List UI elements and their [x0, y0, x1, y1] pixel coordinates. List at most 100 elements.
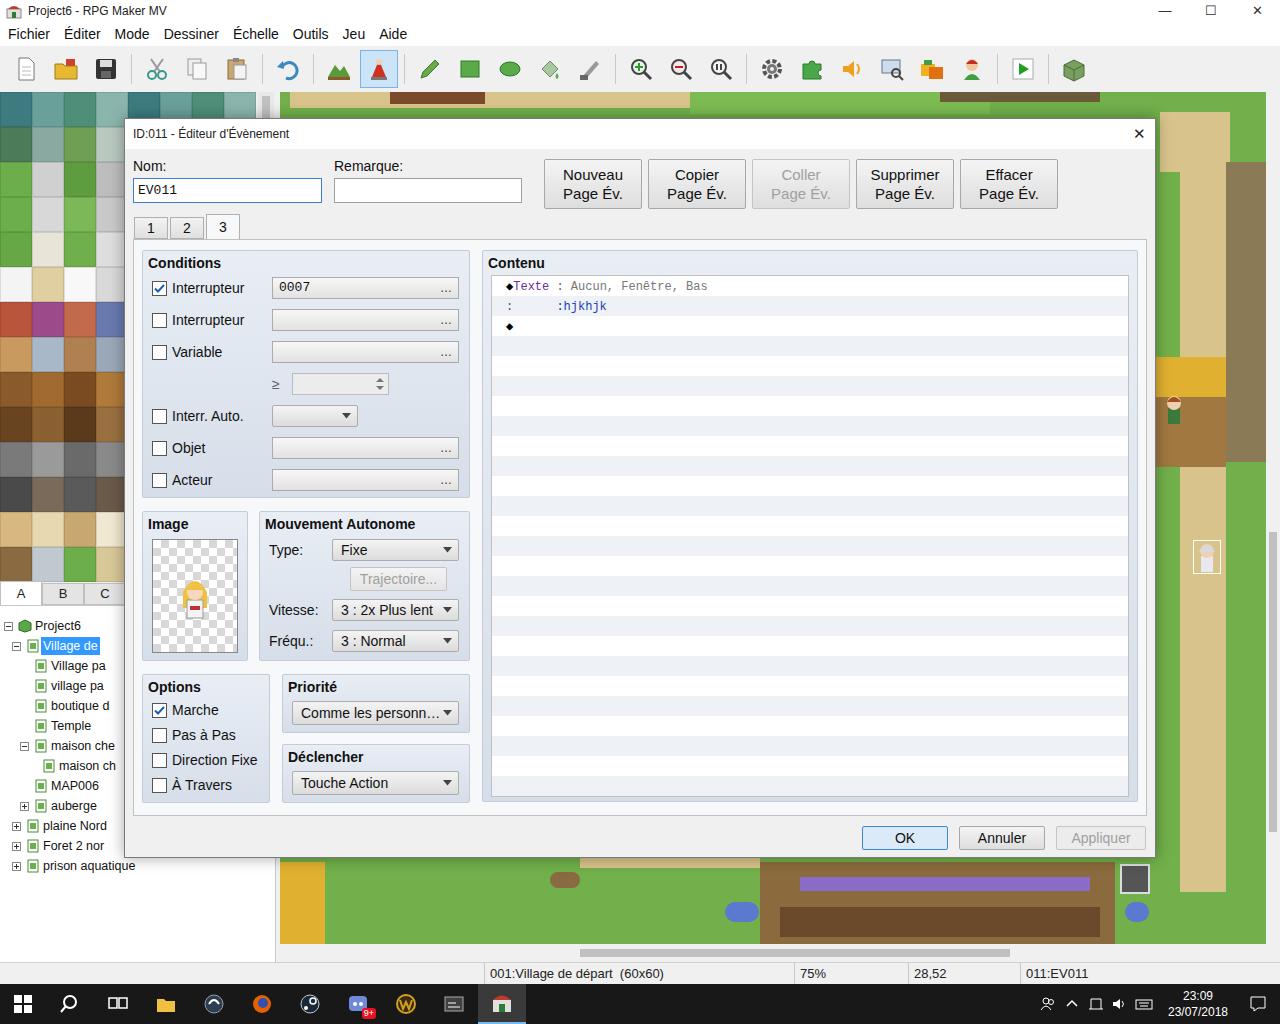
toolbar-button[interactable]	[218, 50, 256, 88]
toolbar-button[interactable]	[491, 50, 529, 88]
trigger-dropdown[interactable]: Touche Action	[292, 771, 459, 795]
event-command-list[interactable]: ◆Texte : Aucun, Fenêtre, Bas: :hjkhjk◆	[491, 275, 1129, 797]
checkbox[interactable]	[152, 313, 167, 328]
taskbar-app[interactable]: 9+	[334, 984, 382, 1024]
note-input[interactable]	[334, 178, 522, 203]
spinner-arrows-icon[interactable]	[375, 376, 388, 392]
toolbar-button[interactable]	[451, 50, 489, 88]
value-spinner[interactable]	[292, 373, 389, 395]
taskbar-app[interactable]	[382, 984, 430, 1024]
taskbar-app[interactable]	[430, 984, 478, 1024]
tile[interactable]	[0, 92, 32, 127]
tile[interactable]	[0, 547, 32, 582]
option-row[interactable]: À Travers	[152, 773, 269, 798]
menu-item[interactable]: Échelle	[233, 24, 279, 45]
priority-dropdown[interactable]: Comme les personn…	[292, 701, 459, 725]
toolbar-button[interactable]	[7, 50, 45, 88]
toolbar-button[interactable]	[360, 50, 398, 88]
toolbar-button[interactable]	[47, 50, 85, 88]
tileset-tab[interactable]: A	[0, 581, 42, 605]
tile[interactable]	[0, 372, 32, 407]
picker-button[interactable]: …	[440, 471, 452, 489]
event-image[interactable]	[152, 539, 238, 653]
scroll-thumb[interactable]	[1269, 532, 1277, 832]
page-button[interactable]: NouveauPage Év.	[544, 159, 642, 209]
collapse-icon[interactable]	[20, 742, 34, 751]
movement-type-dropdown[interactable]: Fixe	[332, 539, 459, 561]
tile[interactable]	[32, 372, 64, 407]
speed-dropdown[interactable]: 3 : 2x Plus lent	[332, 599, 459, 621]
tile[interactable]	[32, 547, 64, 582]
tile[interactable]	[64, 512, 96, 547]
tile[interactable]	[64, 92, 96, 127]
toolbar-button[interactable]	[138, 50, 176, 88]
horizontal-scrollbar[interactable]	[280, 944, 1280, 962]
frequency-dropdown[interactable]: 3 : Normal	[332, 630, 459, 652]
windows-start-icon[interactable]	[0, 984, 46, 1024]
self-switch-dropdown[interactable]	[272, 405, 358, 427]
page-button[interactable]: EffacerPage Év.	[960, 159, 1058, 209]
vertical-scrollbar[interactable]	[1266, 92, 1280, 944]
tileset-tab[interactable]: B	[42, 583, 84, 605]
npc-sprite-icon[interactable]	[1160, 392, 1188, 426]
dialog-button[interactable]: Appliquer	[1056, 826, 1146, 850]
tile[interactable]	[32, 407, 64, 442]
dialog-button[interactable]: OK	[862, 826, 948, 850]
checkbox[interactable]	[152, 473, 167, 488]
minimize-button[interactable]: —	[1142, 0, 1188, 22]
condition-picker[interactable]: …	[272, 341, 459, 363]
tile[interactable]	[32, 92, 64, 127]
maximize-button[interactable]: ☐	[1188, 0, 1234, 22]
checkbox[interactable]	[152, 703, 167, 718]
tile[interactable]	[64, 162, 96, 197]
page-button[interactable]: CollerPage Év.	[752, 159, 850, 209]
scroll-thumb[interactable]	[580, 949, 1010, 957]
taskbar-app[interactable]	[190, 984, 238, 1024]
tile[interactable]	[32, 512, 64, 547]
menu-item[interactable]: Dessiner	[164, 24, 219, 45]
option-row[interactable]: Marche	[152, 698, 269, 723]
tile[interactable]	[64, 337, 96, 372]
expand-icon[interactable]	[12, 842, 26, 851]
picker-button[interactable]: …	[440, 279, 452, 297]
condition-picker[interactable]: …	[272, 437, 459, 459]
expand-icon[interactable]	[20, 802, 34, 811]
tile[interactable]	[0, 442, 32, 477]
tile[interactable]	[32, 477, 64, 512]
menu-item[interactable]: Outils	[293, 24, 329, 45]
map-tree-item[interactable]: prison aquatique	[0, 856, 275, 876]
taskbar-app[interactable]	[478, 984, 526, 1024]
chevron-up-icon[interactable]	[1060, 984, 1084, 1024]
tile[interactable]	[64, 372, 96, 407]
tile[interactable]	[0, 127, 32, 162]
tile[interactable]	[64, 547, 96, 582]
npc-sprite-icon[interactable]	[1193, 540, 1221, 574]
tileset-tab[interactable]: C	[84, 583, 126, 605]
tile[interactable]	[64, 477, 96, 512]
tile[interactable]	[64, 267, 96, 302]
page-button[interactable]: CopierPage Év.	[648, 159, 746, 209]
toolbar-button[interactable]	[702, 50, 740, 88]
toolbar-button[interactable]	[1004, 50, 1042, 88]
command-line[interactable]: ◆Texte : Aucun, Fenêtre, Bas	[492, 277, 1128, 297]
taskbar-app[interactable]	[94, 984, 142, 1024]
clock[interactable]: 23:0923/07/2018	[1160, 988, 1236, 1020]
people-icon[interactable]	[1036, 984, 1060, 1024]
tile[interactable]	[0, 302, 32, 337]
taskbar-app[interactable]	[286, 984, 334, 1024]
expand-icon[interactable]	[12, 822, 26, 831]
tile[interactable]	[32, 162, 64, 197]
command-line[interactable]: ◆	[492, 317, 1128, 337]
tile[interactable]	[0, 162, 32, 197]
toolbar-button[interactable]	[87, 50, 125, 88]
tile[interactable]	[0, 267, 32, 302]
taskbar-app[interactable]	[142, 984, 190, 1024]
checkbox[interactable]	[152, 409, 167, 424]
condition-picker[interactable]: …	[272, 469, 459, 491]
toolbar-button[interactable]	[178, 50, 216, 88]
toolbar-button[interactable]	[622, 50, 660, 88]
picker-button[interactable]: …	[440, 311, 452, 329]
toolbar-button[interactable]	[1055, 50, 1093, 88]
network-icon[interactable]	[1084, 984, 1108, 1024]
tile[interactable]	[64, 302, 96, 337]
